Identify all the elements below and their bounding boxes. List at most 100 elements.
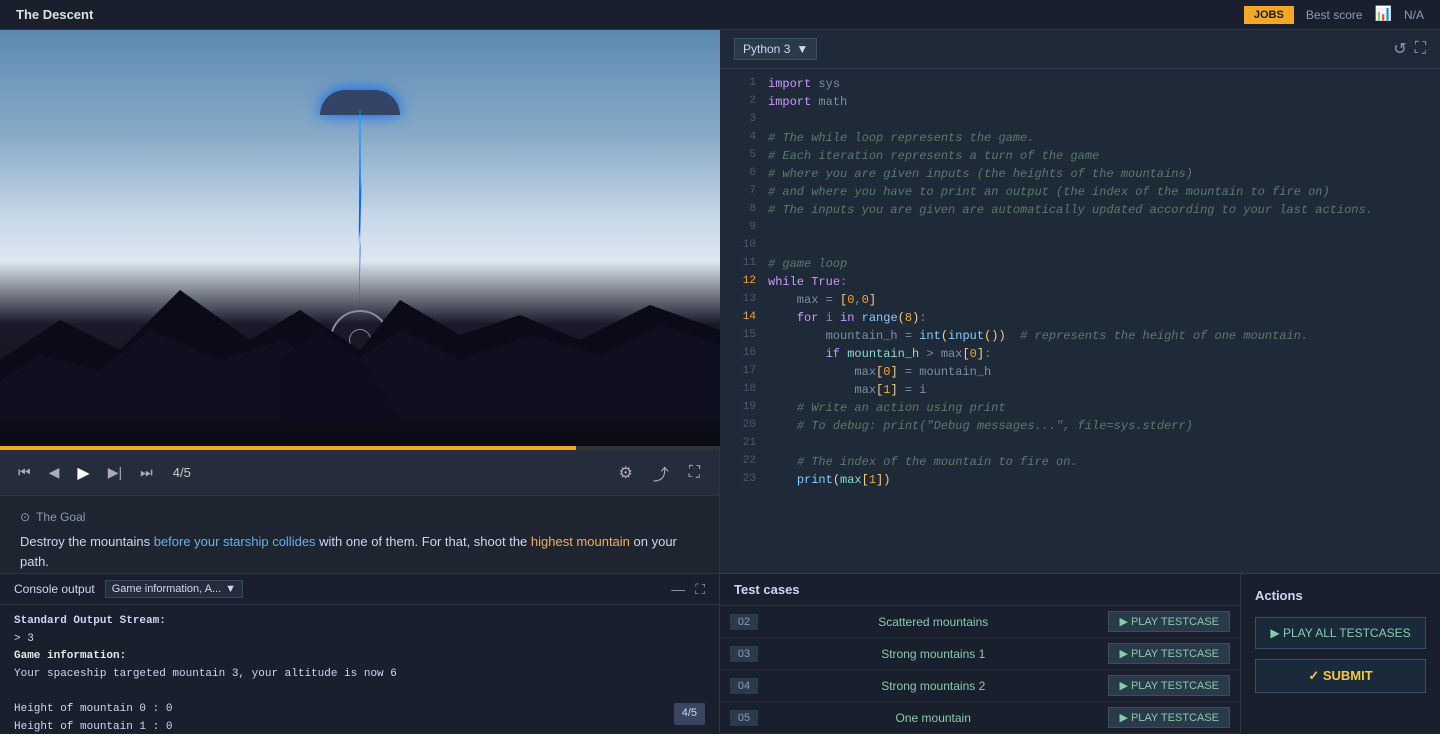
code-line-22: 22 # The index of the mountain to fire o…: [720, 455, 1440, 473]
console-line-value: > 3: [14, 631, 705, 649]
submit-button[interactable]: ✓ SUBMIT: [1255, 659, 1426, 693]
code-line-3: 3: [720, 113, 1440, 131]
play-all-testcases-button[interactable]: ▶ PLAY ALL TESTCASES: [1255, 617, 1426, 649]
play-testcase-05-button[interactable]: ▶ PLAY TESTCASE: [1108, 707, 1230, 728]
test-cases-header: Test cases: [720, 574, 1240, 606]
video-player[interactable]: [0, 30, 720, 450]
jobs-button[interactable]: JOBS: [1244, 6, 1294, 24]
code-line-12: 12while True:: [720, 275, 1440, 293]
play-testcase-04-button[interactable]: ▶ PLAY TESTCASE: [1108, 675, 1230, 696]
console-line-mountain1: Height of mountain 1 : 0: [14, 719, 705, 733]
console-area: Console output Game information, A... ▼ …: [0, 573, 719, 733]
test-case-name-02: Scattered mountains: [768, 615, 1098, 629]
left-panel: ⏮ ◀ ▶ ▶| ⏭ 4/5 ⚙ ⤴ ⛶ The Goal Destroy th…: [0, 30, 720, 733]
play-testcase-03-button[interactable]: ▶ PLAY TESTCASE: [1108, 643, 1230, 664]
code-line-2: 2import math: [720, 95, 1440, 113]
code-line-23: 23 print(max[1]): [720, 473, 1440, 491]
code-line-20: 20 # To debug: print("Debug messages..."…: [720, 419, 1440, 437]
code-line-5: 5# Each iteration represents a turn of t…: [720, 149, 1440, 167]
test-case-name-04: Strong mountains 2: [768, 679, 1098, 693]
step-forward-button[interactable]: ▶|: [104, 461, 126, 484]
code-line-9: 9: [720, 221, 1440, 239]
code-line-4: 4# The while loop represents the game.: [720, 131, 1440, 149]
console-expand-button[interactable]: ⛶: [695, 581, 705, 598]
console-dropdown-label: Game information, A...: [112, 583, 221, 595]
console-output: Standard Output Stream: > 3 Game informa…: [0, 605, 719, 733]
code-line-15: 15 mountain_h = int(input()) # represent…: [720, 329, 1440, 347]
actions-panel: Actions ▶ PLAY ALL TESTCASES ✓ SUBMIT: [1240, 574, 1440, 733]
step-back-button[interactable]: ◀: [45, 461, 64, 484]
test-case-num-04: 04: [730, 678, 758, 694]
progress-bar-fill: [0, 446, 576, 450]
video-progress-bar[interactable]: [0, 446, 720, 450]
code-line-14: 14 for i in range(8):: [720, 311, 1440, 329]
test-case-row-05: 05 One mountain ▶ PLAY TESTCASE: [720, 702, 1240, 734]
code-line-10: 10: [720, 239, 1440, 257]
description-area: The Goal Destroy the mountains before yo…: [0, 496, 719, 573]
test-case-name-05: One mountain: [768, 711, 1098, 725]
frame-counter: 4/5: [173, 465, 191, 480]
test-case-num-05: 05: [730, 710, 758, 726]
test-case-row-03: 03 Strong mountains 1 ▶ PLAY TESTCASE: [720, 638, 1240, 670]
expand-editor-button[interactable]: ⛶: [1415, 40, 1426, 58]
code-line-18: 18 max[1] = i: [720, 383, 1440, 401]
main-layout: ⏮ ◀ ▶ ▶| ⏭ 4/5 ⚙ ⤴ ⛶ The Goal Destroy th…: [0, 30, 1440, 733]
skip-forward-end-button[interactable]: ⏭: [136, 461, 157, 484]
console-line-game-msg: Your spaceship targeted mountain 3, your…: [14, 666, 705, 684]
console-line-blank: [14, 683, 705, 701]
best-score-label: Best score: [1306, 8, 1363, 22]
actions-title: Actions: [1255, 588, 1426, 603]
goal-label: The Goal: [36, 510, 85, 524]
code-line-19: 19 # Write an action using print: [720, 401, 1440, 419]
skip-back-start-button[interactable]: ⏮: [14, 461, 35, 484]
console-line-gameinfo: Game information:: [14, 648, 705, 666]
settings-button[interactable]: ⚙: [613, 460, 637, 486]
video-background: [0, 30, 720, 450]
goal-text-2: with one of them. For that, shoot the: [316, 534, 531, 549]
goal-text: Destroy the mountains before your starsh…: [20, 532, 699, 571]
console-page-indicator: 4/5: [674, 703, 705, 725]
test-case-row-04: 04 Strong mountains 2 ▶ PLAY TESTCASE: [720, 670, 1240, 702]
share-button[interactable]: ⤴: [648, 458, 674, 488]
bottom-panels: Test cases 02 Scattered mountains ▶ PLAY…: [720, 573, 1440, 733]
goal-title: The Goal: [20, 510, 699, 524]
app-title: The Descent: [16, 7, 93, 22]
test-case-num-03: 03: [730, 646, 758, 662]
refresh-button[interactable]: ↺: [1393, 39, 1406, 59]
goal-text-highlight1: before your starship collides: [154, 534, 316, 549]
console-title: Console output: [14, 582, 95, 596]
console-header: Console output Game information, A... ▼ …: [0, 574, 719, 605]
mountain-silhouette: [0, 260, 720, 420]
header: The Descent JOBS Best score 📊 N/A: [0, 0, 1440, 30]
code-line-8: 8# The inputs you are given are automati…: [720, 203, 1440, 221]
code-line-11: 11# game loop: [720, 257, 1440, 275]
code-line-1: 1import sys: [720, 77, 1440, 95]
code-line-17: 17 max[0] = mountain_h: [720, 365, 1440, 383]
goal-text-1: Destroy the mountains: [20, 534, 154, 549]
language-label: Python 3: [743, 42, 790, 56]
console-line-stdout: Standard Output Stream:: [14, 613, 705, 631]
console-dropdown[interactable]: Game information, A... ▼: [105, 580, 243, 598]
chevron-down-icon: ▼: [796, 42, 808, 56]
test-case-row-02: 02 Scattered mountains ▶ PLAY TESTCASE: [720, 606, 1240, 638]
code-line-7: 7# and where you have to print an output…: [720, 185, 1440, 203]
console-minimize-button[interactable]: —: [671, 581, 685, 597]
header-right: JOBS Best score 📊 N/A: [1244, 6, 1424, 24]
right-panel: Python 3 ▼ ↺ ⛶ 1import sys 2import math …: [720, 30, 1440, 733]
score-value: N/A: [1404, 8, 1424, 22]
code-line-16: 16 if mountain_h > max[0]:: [720, 347, 1440, 365]
code-line-13: 13 max = [0,0]: [720, 293, 1440, 311]
language-selector[interactable]: Python 3 ▼: [734, 38, 817, 60]
code-editor-header: Python 3 ▼ ↺ ⛶: [720, 30, 1440, 69]
play-testcase-02-button[interactable]: ▶ PLAY TESTCASE: [1108, 611, 1230, 632]
test-case-name-03: Strong mountains 1: [768, 647, 1098, 661]
console-line-mountain0: Height of mountain 0 : 0: [14, 701, 705, 719]
test-cases-panel: Test cases 02 Scattered mountains ▶ PLAY…: [720, 574, 1240, 733]
code-line-21: 21: [720, 437, 1440, 455]
code-line-6: 6# where you are given inputs (the heigh…: [720, 167, 1440, 185]
fullscreen-button[interactable]: ⛶: [684, 461, 705, 485]
test-case-num-02: 02: [730, 614, 758, 630]
play-button[interactable]: ▶: [73, 460, 93, 486]
code-editor-body[interactable]: 1import sys 2import math 3 4# The while …: [720, 69, 1440, 573]
goal-text-highlight2: highest mountain: [531, 534, 630, 549]
